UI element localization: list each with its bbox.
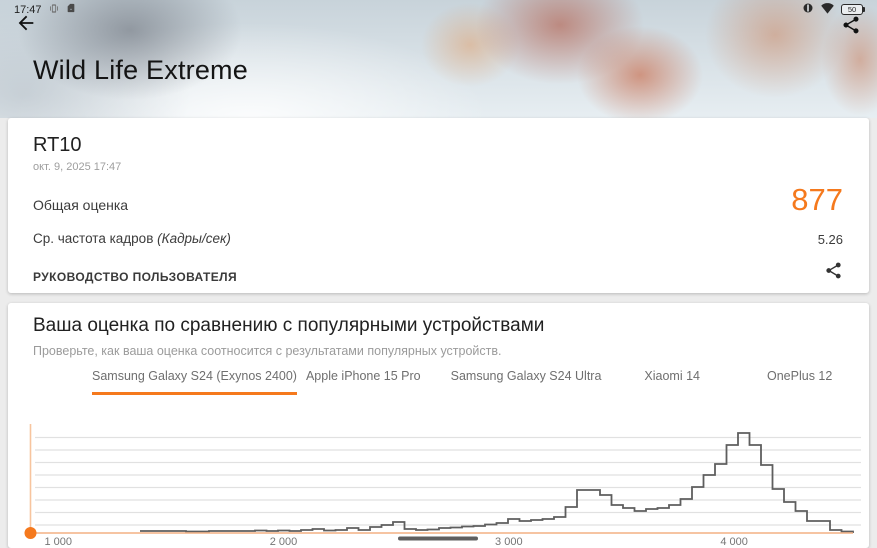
x-tick-label: 4 000 [720,536,748,548]
overall-score-label: Общая оценка [33,197,128,213]
histogram-outline [140,433,853,533]
tab-samsung-galaxy-s24-ultra[interactable]: Samsung Galaxy S24 Ultra [451,369,602,395]
score-distribution-chart: 1 000 2 000 3 000 4 000 [29,424,861,548]
tab-apple-iphone-15-pro[interactable]: Apple iPhone 15 Pro [306,369,421,395]
run-datetime: окт. 9, 2025 17:47 [33,161,121,173]
header-share-button[interactable] [841,15,861,35]
user-guide-link[interactable]: РУКОВОДСТВО ПОЛЬЗОВАТЕЛЯ [33,270,237,284]
x-tick-label: 3 000 [495,536,523,548]
battery-icon: 50 [841,4,865,15]
data-saver-icon [802,2,814,17]
fps-unit-label: (Кадры/сек) [157,231,231,246]
comparison-title: Ваша оценка по сравнению с популярными у… [33,315,544,337]
result-share-button[interactable] [824,261,843,280]
wifi-icon [821,3,834,17]
comparison-subtitle: Проверьте, как ваша оценка соотносится с… [33,344,502,358]
fps-value: 5.26 [818,232,843,247]
battery-percent: 50 [841,4,863,15]
back-arrow-icon [15,12,37,34]
tab-samsung-galaxy-s24-exynos-2400[interactable]: Samsung Galaxy S24 (Exynos 2400) [92,369,297,395]
result-card: RT10 окт. 9, 2025 17:47 Общая оценка 877… [8,118,869,293]
user-score-marker-dot[interactable] [25,527,37,539]
header-banner: 17:47 50 Wild Life Extreme [0,0,877,118]
vibrate-icon [49,3,59,17]
chart-scrollbar[interactable] [398,537,478,541]
comparison-card: Ваша оценка по сравнению с популярными у… [8,303,869,548]
device-name: RT10 [33,134,82,157]
sim-card-icon [66,2,76,17]
tab-oneplus-12[interactable]: OnePlus 12 [767,369,832,395]
device-tabs: Samsung Galaxy S24 (Exynos 2400) Apple iP… [92,369,832,395]
overall-score-value: 877 [791,182,843,218]
x-tick-label: 1 000 [44,536,72,548]
share-icon [824,261,843,280]
x-tick-label: 2 000 [270,536,298,548]
histogram-svg: 1 000 2 000 3 000 4 000 [29,424,861,548]
share-icon [841,15,861,35]
back-button[interactable] [15,12,37,34]
page-title: Wild Life Extreme [33,55,248,86]
tab-xiaomi-14[interactable]: Xiaomi 14 [644,369,700,395]
fps-label: Ср. частота кадров (Кадры/сек) [33,231,231,246]
status-bar: 17:47 50 [0,0,877,18]
